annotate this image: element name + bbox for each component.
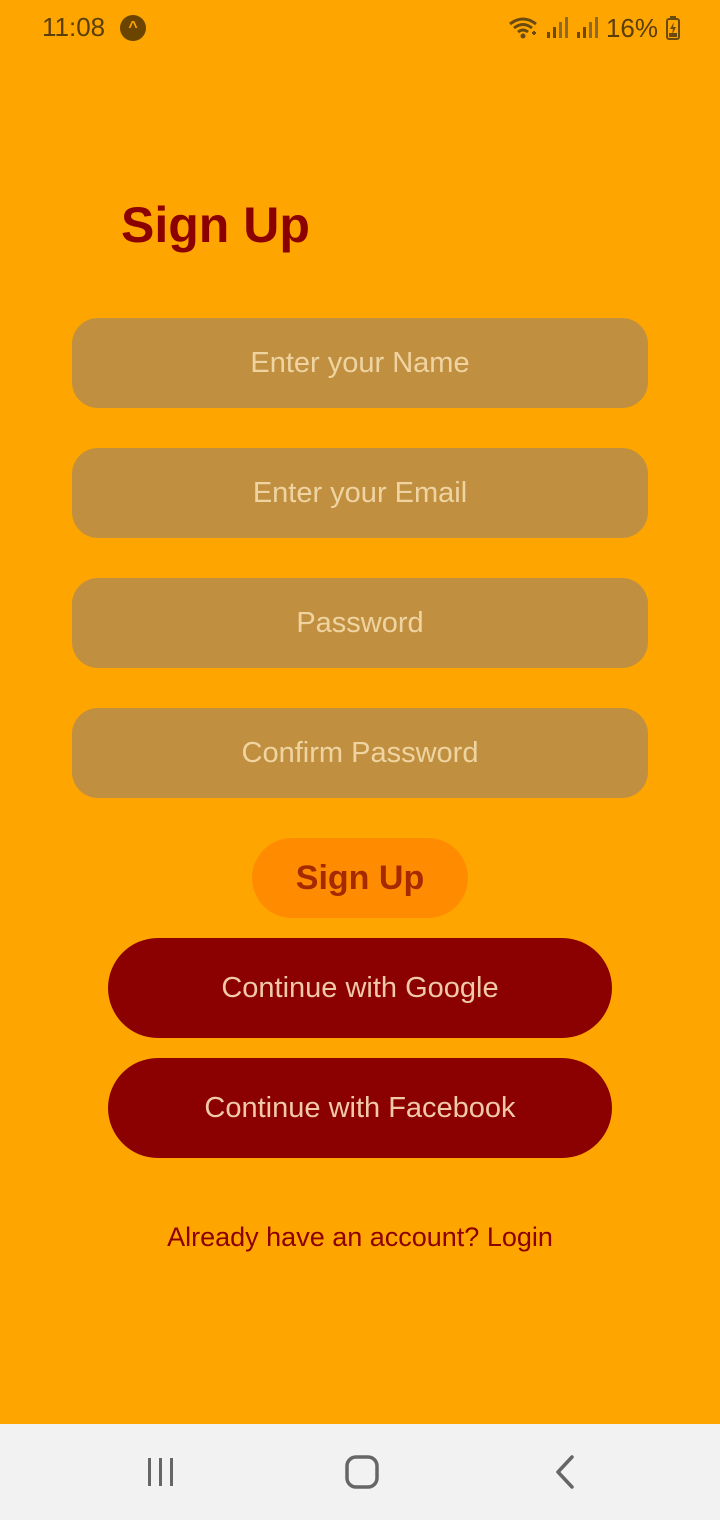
battery-percent: 16% (605, 12, 658, 43)
signal-icon (546, 16, 568, 40)
status-bar: 11:08 ^ 16% (0, 0, 720, 56)
password-input[interactable] (72, 578, 648, 668)
email-input[interactable] (72, 448, 648, 538)
signal-icon (576, 16, 598, 40)
expo-caret-icon: ^ (120, 15, 146, 41)
name-input[interactable] (72, 318, 648, 408)
confirm-password-input[interactable] (72, 708, 648, 798)
continue-with-google-button[interactable]: Continue with Google (108, 938, 612, 1038)
status-icons: 16% (508, 12, 680, 44)
wifi-icon (508, 15, 538, 41)
sign-up-screen: 11:08 ^ 16% Sign Up Enter your Name Ente… (0, 0, 720, 1520)
home-icon[interactable] (332, 1442, 392, 1502)
page-title: Sign Up (121, 197, 310, 253)
continue-with-facebook-button[interactable]: Continue with Facebook (108, 1058, 612, 1158)
back-icon[interactable] (535, 1442, 595, 1502)
sign-up-button[interactable]: Sign Up (252, 838, 468, 918)
login-link[interactable]: Already have an account? Login (0, 1222, 720, 1253)
navigation-bar (0, 1424, 720, 1520)
status-time: 11:08 (42, 12, 106, 42)
recents-icon[interactable] (131, 1442, 191, 1502)
battery-charging-icon (666, 16, 680, 40)
